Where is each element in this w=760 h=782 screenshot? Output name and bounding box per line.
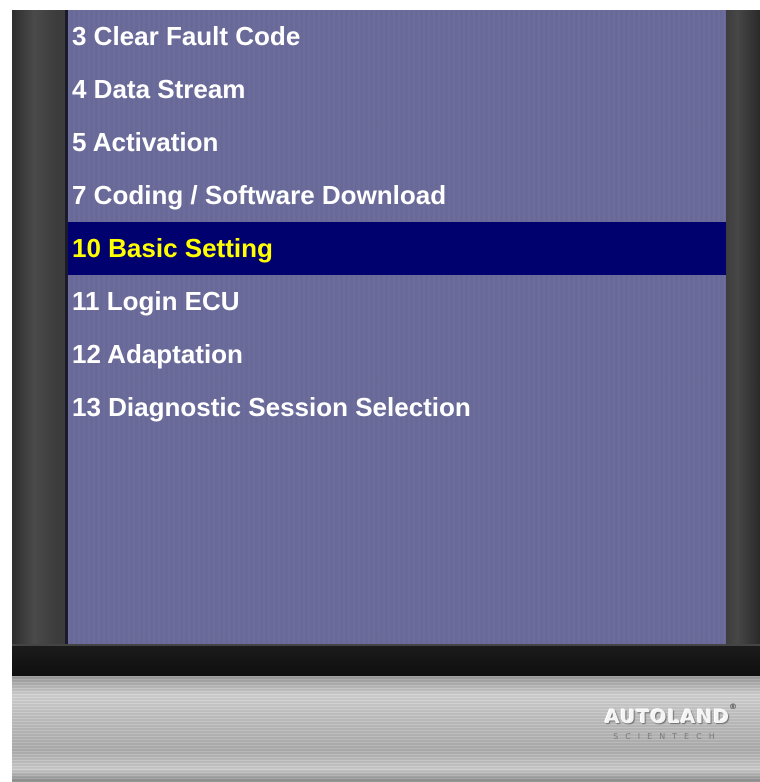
device-faceplate: AUTOLAND ® SCIENTECH xyxy=(12,676,760,782)
scanner-device: 3 Clear Fault Code 4 Data Stream 5 Activ… xyxy=(12,10,760,782)
brand-name-text: AUTOLAND xyxy=(604,706,730,728)
registered-mark: ® xyxy=(729,702,738,711)
menu-item-clear-fault-code[interactable]: 3 Clear Fault Code xyxy=(68,10,726,63)
menu-item-login-ecu[interactable]: 11 Login ECU xyxy=(68,275,726,328)
function-menu: 3 Clear Fault Code 4 Data Stream 5 Activ… xyxy=(68,10,726,434)
brand-tagline: SCIENTECH xyxy=(613,732,722,741)
menu-item-activation[interactable]: 5 Activation xyxy=(68,116,726,169)
screen-bezel xyxy=(12,644,760,678)
menu-item-coding-software-download[interactable]: 7 Coding / Software Download xyxy=(68,169,726,222)
brand-logo: AUTOLAND ® SCIENTECH xyxy=(604,702,737,741)
menu-item-basic-setting[interactable]: 10 Basic Setting xyxy=(68,222,726,275)
menu-item-adaptation[interactable]: 12 Adaptation xyxy=(68,328,726,381)
screen: 3 Clear Fault Code 4 Data Stream 5 Activ… xyxy=(65,10,726,644)
menu-item-diagnostic-session-selection[interactable]: 13 Diagnostic Session Selection xyxy=(68,381,726,434)
menu-item-data-stream[interactable]: 4 Data Stream xyxy=(68,63,726,116)
brand-name: AUTOLAND ® xyxy=(604,702,737,728)
